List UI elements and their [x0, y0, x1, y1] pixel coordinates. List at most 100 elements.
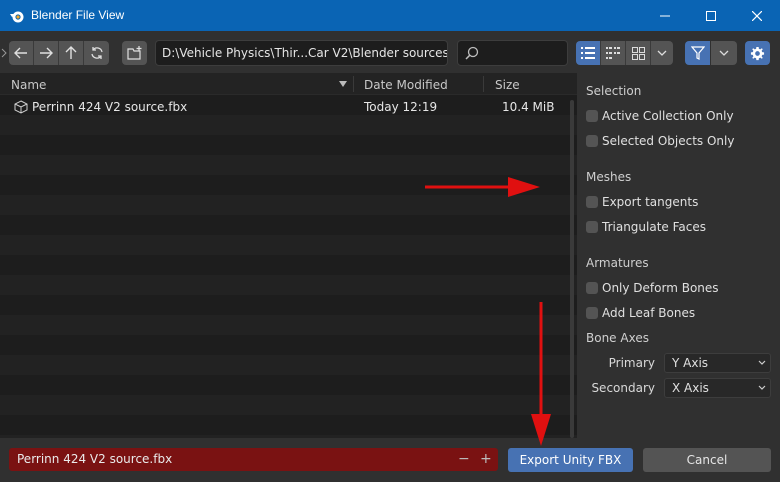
row-stripe [0, 375, 577, 395]
horizontal-list-view-button[interactable] [601, 41, 626, 65]
refresh-button[interactable] [84, 41, 109, 65]
list-view-icon [581, 47, 595, 59]
minimize-button[interactable] [642, 0, 688, 31]
back-button[interactable] [9, 41, 34, 65]
export-unity-fbx-button[interactable]: Export Unity FBX [508, 448, 633, 472]
file-list-scrollbar[interactable] [570, 100, 574, 438]
section-selection-title: Selection [586, 84, 642, 98]
section-meshes-title: Meshes [586, 170, 632, 184]
file-date: Today 12:19 [364, 100, 438, 114]
secondary-axis-select[interactable]: X Axis [664, 378, 771, 398]
display-mode-group [576, 41, 673, 65]
minimize-icon [660, 15, 670, 16]
triangulate-faces-checkbox[interactable]: Triangulate Faces [586, 219, 706, 235]
chevron-down-icon [719, 50, 729, 56]
expand-left-icon[interactable] [1, 48, 7, 58]
new-folder-icon [126, 46, 141, 60]
parent-directory-button[interactable] [59, 41, 84, 65]
row-stripe [0, 215, 577, 235]
chevron-down-icon [657, 50, 667, 56]
filename-text: Perrinn 424 V2 source.fbx [17, 452, 173, 466]
secondary-axis-label: Secondary [591, 381, 655, 395]
row-stripe [0, 395, 577, 415]
checkbox-box[interactable] [586, 110, 598, 122]
secondary-axis-value: X Axis [672, 381, 709, 395]
checkbox-box[interactable] [586, 282, 598, 294]
column-separator[interactable] [353, 76, 354, 92]
checkbox-label: Only Deform Bones [602, 281, 719, 295]
selected-objects-only-checkbox[interactable]: Selected Objects Only [586, 133, 734, 149]
horizontal-list-icon [606, 47, 620, 59]
row-stripe [0, 295, 577, 315]
forward-button[interactable] [34, 41, 59, 65]
settings-button[interactable] [745, 41, 770, 65]
arrow-right-icon [40, 47, 53, 59]
cancel-button[interactable]: Cancel [643, 448, 771, 472]
sort-descending-icon[interactable] [339, 81, 347, 87]
maximize-button[interactable] [688, 0, 734, 31]
row-stripe [0, 115, 577, 135]
row-stripe [0, 175, 577, 195]
column-name[interactable]: Name [11, 78, 46, 92]
row-stripe [0, 255, 577, 275]
bottom-bar: Perrinn 424 V2 source.fbx − + Export Uni… [0, 438, 780, 482]
row-stripe [0, 355, 577, 375]
file-list-rows [0, 95, 577, 438]
chevron-down-icon [758, 385, 766, 390]
filter-toggle-button[interactable] [685, 41, 710, 65]
file-name: Perrinn 424 V2 source.fbx [32, 100, 188, 114]
only-deform-bones-checkbox[interactable]: Only Deform Bones [586, 280, 719, 296]
checkbox-label: Triangulate Faces [602, 220, 706, 234]
mesh-file-icon [14, 100, 28, 114]
search-field[interactable] [457, 40, 568, 66]
column-size[interactable]: Size [495, 78, 520, 92]
close-button[interactable] [734, 0, 780, 31]
maximize-icon [706, 10, 716, 21]
checkbox-label: Active Collection Only [602, 109, 734, 123]
filename-field[interactable]: Perrinn 424 V2 source.fbx − + [9, 448, 498, 471]
checkbox-box[interactable] [586, 221, 598, 233]
row-stripe [0, 155, 577, 175]
add-leaf-bones-checkbox[interactable]: Add Leaf Bones [586, 305, 695, 321]
refresh-icon [90, 47, 103, 59]
new-folder-button[interactable] [122, 41, 147, 65]
file-list: Name Date Modified Size Perrinn 424 V2 s… [0, 73, 577, 438]
title-bar: Blender File View [0, 0, 780, 31]
decrement-filename-button[interactable]: − [458, 451, 470, 467]
row-stripe [0, 235, 577, 255]
window-title: Blender File View [31, 8, 125, 22]
directory-path-field[interactable]: D:\Vehicle Physics\Thir...Car V2\Blender… [155, 40, 448, 66]
row-stripe [0, 335, 577, 355]
filter-icon [690, 46, 705, 60]
column-header: Name Date Modified Size [0, 73, 577, 95]
primary-axis-label: Primary [608, 356, 655, 370]
close-icon [752, 10, 762, 21]
section-armatures-title: Armatures [586, 256, 649, 270]
primary-axis-select[interactable]: Y Axis [664, 353, 771, 373]
checkbox-label: Add Leaf Bones [602, 306, 696, 320]
row-stripe [0, 195, 577, 215]
column-date-modified[interactable]: Date Modified [364, 78, 448, 92]
chevron-down-icon [758, 360, 766, 365]
column-separator[interactable] [483, 76, 484, 92]
active-collection-only-checkbox[interactable]: Active Collection Only [586, 108, 734, 124]
gear-icon [750, 46, 765, 60]
checkbox-box[interactable] [586, 307, 598, 319]
thumbnails-icon [631, 46, 645, 60]
increment-filename-button[interactable]: + [480, 451, 492, 467]
export-options-panel: Selection Active Collection Only Selecte… [577, 73, 780, 438]
blender-logo-icon [10, 11, 24, 23]
thumbnail-view-button[interactable] [626, 41, 651, 65]
vertical-list-view-button[interactable] [576, 41, 601, 65]
file-row[interactable]: Perrinn 424 V2 source.fbx Today 12:19 10… [0, 97, 577, 117]
display-mode-dropdown[interactable] [651, 41, 673, 65]
row-stripe [0, 135, 577, 155]
search-icon [465, 46, 479, 60]
row-stripe [0, 315, 577, 335]
checkbox-label: Selected Objects Only [602, 134, 735, 148]
toolbar: D:\Vehicle Physics\Thir...Car V2\Blender… [0, 31, 780, 73]
checkbox-box[interactable] [586, 135, 598, 147]
filter-options-dropdown[interactable] [711, 41, 737, 65]
export-tangents-checkbox[interactable]: Export tangents [586, 194, 698, 210]
checkbox-box[interactable] [586, 196, 598, 208]
